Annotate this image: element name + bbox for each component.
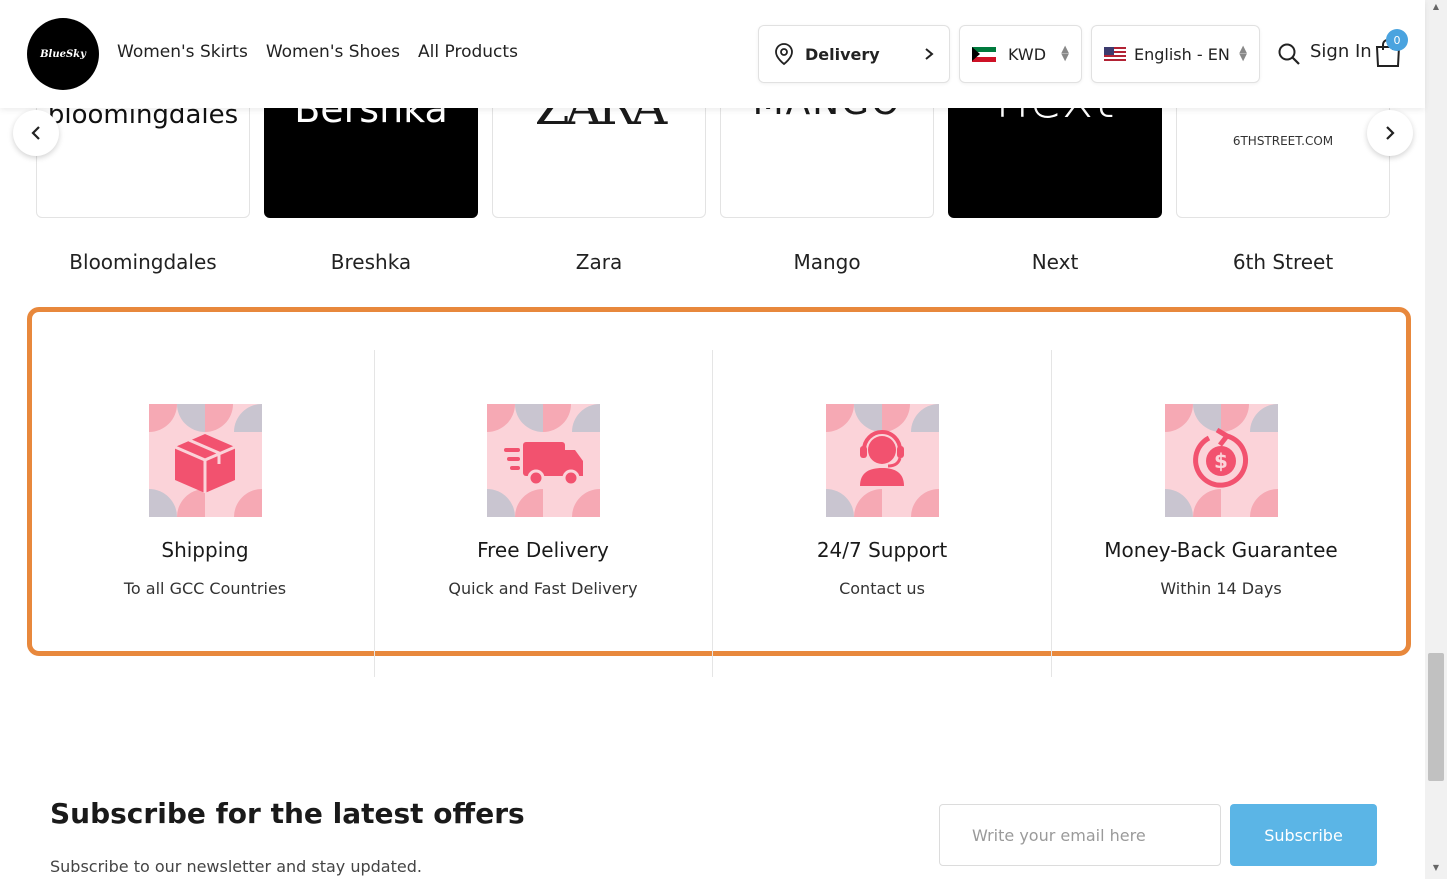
brand-name-breshka[interactable]: Breshka [264, 250, 478, 274]
nav-womens-skirts[interactable]: Women's Skirts [117, 42, 248, 62]
carousel-next-button[interactable] [1367, 110, 1413, 156]
subscribe-title: Subscribe for the latest offers [50, 797, 525, 830]
email-input[interactable] [939, 804, 1221, 866]
feature-shipping: Shipping To all GCC Countries [36, 350, 374, 677]
feature-title: Free Delivery [477, 538, 609, 562]
brand-card-zara[interactable]: ZARA [492, 90, 706, 218]
feature-subtitle: Within 14 Days [1160, 579, 1282, 598]
brand-card-6th-street[interactable]: 6THSTREET.COM [1176, 90, 1390, 218]
feature-title: 24/7 Support [816, 538, 948, 562]
search-icon[interactable] [1277, 42, 1301, 66]
delivery-selector[interactable]: Delivery [758, 25, 950, 83]
sort-arrows-icon: ▲ ▼ [1061, 44, 1069, 63]
brand-card-breshka[interactable]: Bershka [264, 90, 478, 218]
chevron-left-icon [31, 126, 40, 140]
carousel-prev-button[interactable] [13, 110, 59, 156]
scrollbar-thumb[interactable] [1428, 653, 1444, 781]
nav-all-products[interactable]: All Products [418, 42, 518, 62]
cart-count-badge: 0 [1386, 29, 1408, 51]
brand-card-mango[interactable]: MANGO [720, 90, 934, 218]
location-pin-icon [775, 43, 793, 66]
brand-name-6th-street[interactable]: 6th Street [1176, 250, 1390, 274]
subscribe-text: Subscribe to our newsletter and stay upd… [50, 857, 422, 876]
feature-money-back: $ Money-Back Guarantee Within 14 Days [1052, 350, 1390, 677]
feature-support: 24/7 Support Contact us [713, 350, 1051, 677]
kuwait-flag-icon [972, 46, 996, 62]
brand-card-bloomingdales[interactable]: bloomingdales [36, 90, 250, 218]
headset-icon [826, 404, 939, 517]
feature-title: Money-Back Guarantee [1104, 538, 1338, 562]
language-label: English - EN [1134, 44, 1230, 64]
brand-name-zara[interactable]: Zara [492, 250, 706, 274]
money-back-icon: $ [1165, 404, 1278, 517]
scroll-down-icon[interactable]: ▼ [1425, 863, 1447, 877]
feature-subtitle: Contact us [839, 579, 925, 598]
feature-subtitle: Quick and Fast Delivery [448, 579, 638, 598]
scroll-up-icon[interactable]: ▲ [1425, 2, 1447, 16]
language-selector[interactable]: English - EN ▲ ▼ [1091, 25, 1260, 83]
us-flag-icon [1104, 47, 1126, 61]
brand-name-next[interactable]: Next [948, 250, 1162, 274]
box-icon [149, 404, 262, 517]
feature-subtitle: To all GCC Countries [123, 579, 287, 598]
subscribe-button[interactable]: Subscribe [1230, 804, 1377, 866]
feature-free-delivery: Free Delivery Quick and Fast Delivery [374, 350, 712, 677]
site-logo[interactable]: BlueSky [27, 18, 99, 90]
feature-title: Shipping [161, 538, 249, 562]
truck-icon [487, 404, 600, 517]
chevron-right-icon [925, 48, 934, 60]
svg-text:$: $ [1214, 449, 1228, 473]
delivery-label: Delivery [805, 44, 880, 64]
brand-name-bloomingdales[interactable]: Bloomingdales [36, 250, 250, 274]
chevron-right-icon [1386, 126, 1395, 140]
brand-logo: 6THSTREET.COM [1232, 134, 1334, 148]
main-nav: Women's Skirts Women's Shoes All Product… [117, 42, 518, 62]
brand-name-mango[interactable]: Mango [720, 250, 934, 274]
brand-card-next[interactable]: next [948, 90, 1162, 218]
sort-arrows-icon: ▲ ▼ [1239, 44, 1247, 63]
site-header: BlueSky Women's Skirts Women's Shoes All… [0, 0, 1425, 108]
page-scrollbar[interactable]: ▲ ▼ [1425, 0, 1447, 879]
currency-selector[interactable]: KWD ▲ ▼ [959, 25, 1082, 83]
sign-in-link[interactable]: Sign In [1310, 41, 1372, 62]
currency-label: KWD [1008, 44, 1047, 64]
nav-womens-shoes[interactable]: Women's Shoes [266, 42, 400, 62]
